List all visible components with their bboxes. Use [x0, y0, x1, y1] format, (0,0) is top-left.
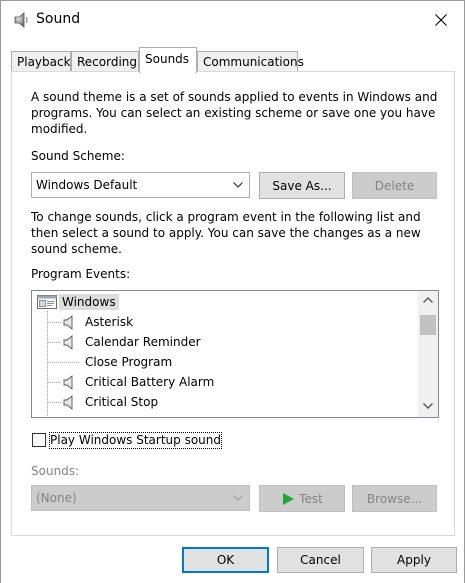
list-item[interactable]: Calendar Reminder — [32, 332, 417, 352]
speaker-icon — [63, 375, 73, 390]
cancel-label: Cancel — [300, 553, 341, 567]
title-bar[interactable]: Sound — [1, 1, 464, 39]
ok-button[interactable]: OK — [182, 547, 269, 573]
tab-recording[interactable]: Recording — [71, 51, 139, 72]
chevron-down-icon — [233, 182, 243, 188]
list-item[interactable]: Critical Battery Alarm — [32, 372, 417, 392]
speaker-icon — [63, 315, 73, 330]
intro-line-1: A sound theme is a set of sounds applied… — [31, 90, 438, 104]
program-events-list[interactable]: Windows Asterisk Calendar Reminder Close… — [31, 290, 439, 418]
delete-button[interactable]: Delete — [352, 172, 437, 199]
chevron-down-icon[interactable] — [422, 401, 434, 411]
window-title: Sound — [36, 11, 81, 27]
tab-label: Communications — [203, 55, 304, 69]
save-as-label: Save As... — [272, 178, 332, 193]
help-line-3: sound scheme. — [31, 242, 122, 256]
help-line-1: To change sounds, click a program event … — [31, 210, 421, 224]
event-label: Critical Battery Alarm — [85, 375, 215, 389]
intro-line-3: modified. — [31, 122, 88, 136]
sounds-label: Sounds: — [31, 464, 80, 478]
chevron-up-icon[interactable] — [422, 295, 434, 305]
event-label: Close Program — [85, 355, 173, 369]
list-item[interactable]: Asterisk — [32, 312, 417, 332]
scrollbar-thumb[interactable] — [420, 315, 436, 335]
tab-sounds[interactable]: Sounds — [139, 47, 197, 73]
play-icon — [283, 492, 295, 505]
tab-playback[interactable]: Playback — [11, 51, 71, 72]
speaker-icon — [63, 395, 73, 410]
speaker-icon — [63, 335, 73, 350]
tab-label: Recording — [77, 55, 138, 69]
save-as-button[interactable]: Save As... — [259, 172, 345, 199]
sound-scheme-combo[interactable]: Windows Default — [31, 172, 250, 198]
sound-dialog: Sound Playback Recording Sounds Communic… — [0, 0, 465, 583]
event-label: Calendar Reminder — [85, 335, 201, 349]
window-icon — [37, 295, 57, 309]
list-item[interactable]: Critical Stop — [32, 392, 417, 412]
program-events-label: Program Events: — [31, 267, 131, 281]
dialog-footer: OK Cancel Apply — [1, 538, 464, 583]
intro-line-2: programs. You can select an existing sch… — [31, 106, 436, 120]
event-label: Asterisk — [85, 315, 134, 329]
delete-label: Delete — [374, 178, 415, 193]
list-item[interactable]: Windows — [32, 292, 417, 312]
startup-sound-checkbox[interactable] — [32, 433, 46, 447]
browse-button[interactable]: Browse... — [352, 485, 437, 512]
startup-sound-label[interactable]: Play Windows Startup sound — [49, 432, 222, 449]
tab-label: Sounds — [145, 52, 190, 66]
events-scrollbar[interactable] — [418, 291, 438, 417]
tab-label: Playback — [17, 55, 71, 69]
cancel-button[interactable]: Cancel — [277, 547, 364, 573]
event-label: Critical Stop — [85, 395, 159, 409]
speaker-app-icon — [14, 12, 28, 28]
ok-label: OK — [216, 553, 235, 567]
list-item[interactable]: Close Program — [32, 352, 417, 372]
help-line-2: then select a sound to apply. You can sa… — [31, 226, 421, 240]
sound-scheme-value: Windows Default — [36, 178, 138, 192]
sounds-tab-panel: A sound theme is a set of sounds applied… — [11, 71, 455, 536]
test-button[interactable]: Test — [259, 485, 345, 512]
sound-scheme-label: Sound Scheme: — [31, 149, 125, 163]
event-label-windows: Windows — [59, 294, 119, 310]
apply-label: Apply — [397, 553, 431, 567]
browse-label: Browse... — [366, 491, 423, 506]
chevron-down-icon — [233, 495, 243, 501]
close-button[interactable] — [418, 1, 464, 39]
close-icon — [435, 14, 447, 26]
sounds-value: (None) — [36, 491, 77, 505]
apply-button[interactable]: Apply — [371, 547, 457, 573]
test-label: Test — [299, 491, 323, 506]
tab-communications[interactable]: Communications — [197, 51, 304, 72]
sounds-combo[interactable]: (None) — [31, 485, 250, 511]
